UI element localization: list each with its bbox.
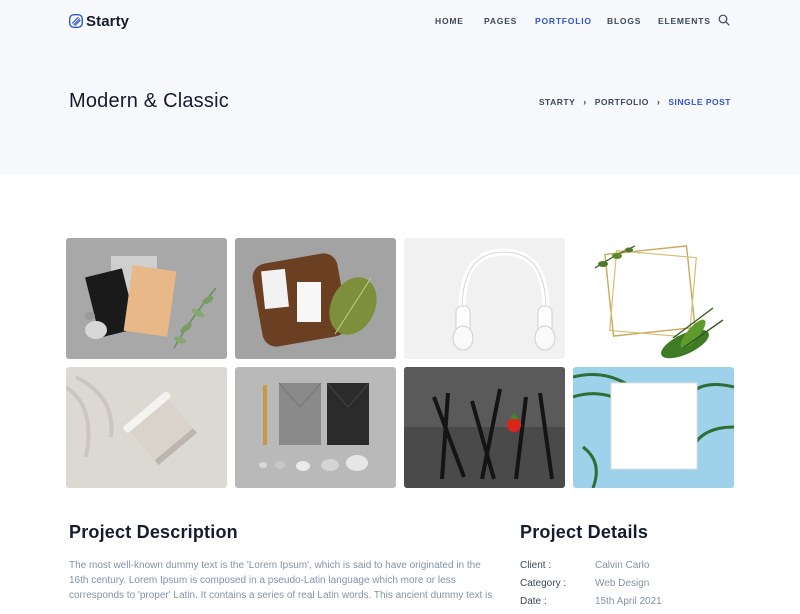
project-gallery (66, 238, 734, 488)
chevron-right-icon: › (656, 97, 661, 107)
navbar: Starty HOME PAGES PORTFOLIO BLOGS ELEMEN… (0, 0, 800, 42)
nav-home[interactable]: HOME (435, 16, 464, 26)
gallery-image-palm-leaves[interactable] (573, 367, 734, 488)
brand-name: Starty (86, 12, 130, 30)
nav-blogs[interactable]: BLOGS (607, 16, 641, 26)
detail-row-date: Date : 15th April 2021 (520, 596, 735, 614)
search-icon[interactable] (718, 14, 730, 26)
gallery-image-headphones[interactable] (404, 238, 565, 359)
detail-label: Category : (520, 578, 567, 589)
project-description-title: Project Description (69, 522, 238, 542)
breadcrumb: STARTY › PORTFOLIO › SINGLE POST (539, 97, 731, 107)
gallery-image-gold-frames[interactable] (573, 238, 734, 359)
brand-logo[interactable]: Starty (69, 11, 129, 31)
project-details-list: Client : Calvin Carlo Category : Web Des… (520, 560, 735, 614)
detail-value: Calvin Carlo (595, 560, 650, 571)
detail-value: 15th April 2021 (595, 596, 662, 607)
detail-row-client: Client : Calvin Carlo (520, 560, 735, 578)
gallery-image-wooden-board[interactable] (235, 238, 396, 359)
gallery-image-envelopes[interactable] (235, 367, 396, 488)
nav-pages[interactable]: PAGES (484, 16, 517, 26)
nav-elements[interactable]: ELEMENTS (658, 16, 711, 26)
breadcrumb-portfolio[interactable]: PORTFOLIO (595, 97, 649, 107)
gallery-image-forks[interactable] (404, 367, 565, 488)
detail-label: Client : (520, 560, 552, 571)
logo-icon (69, 14, 83, 28)
detail-row-category: Category : Web Design (520, 578, 735, 596)
breadcrumb-current: SINGLE POST (668, 97, 731, 107)
project-details-title: Project Details (520, 522, 649, 542)
gallery-image-stationery[interactable] (66, 238, 227, 359)
chevron-right-icon: › (583, 97, 587, 107)
project-description-text: The most well-known dummy text is the 'L… (69, 560, 493, 601)
breadcrumb-starty[interactable]: STARTY (539, 97, 575, 107)
nav-portfolio[interactable]: PORTFOLIO (535, 16, 592, 26)
page-title: Modern & Classic (69, 90, 229, 112)
detail-label: Date : (520, 596, 547, 607)
gallery-image-coffee-cup[interactable] (66, 367, 227, 488)
detail-value: Web Design (595, 578, 650, 589)
